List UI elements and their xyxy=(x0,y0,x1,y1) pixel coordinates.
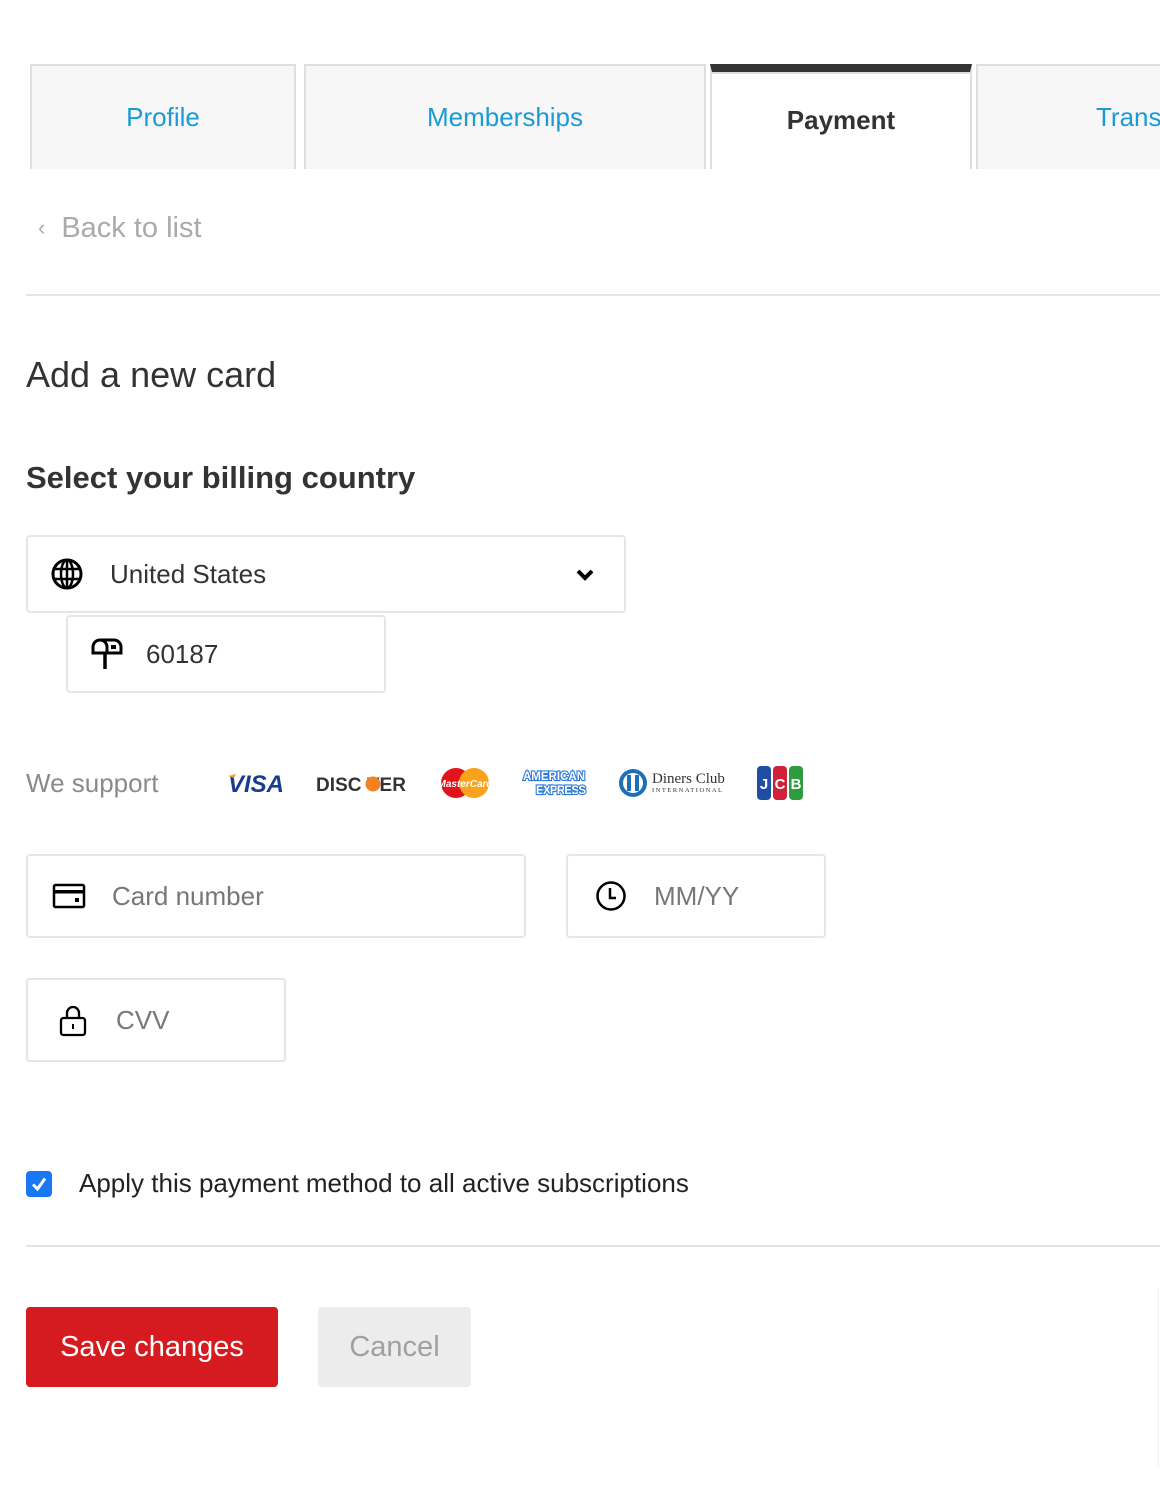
svg-text:VISA: VISA xyxy=(228,771,284,798)
expiry-input[interactable]: MM/YY xyxy=(566,854,826,938)
chevron-down-icon xyxy=(574,563,596,585)
tab-payment[interactable]: Payment xyxy=(710,64,972,169)
checkbox-checked[interactable] xyxy=(26,1170,52,1197)
tab-label: Profile xyxy=(126,102,200,132)
svg-text:J: J xyxy=(760,776,768,793)
svg-text:AMERICAN: AMERICAN xyxy=(523,771,585,783)
jcb-logo: JCB xyxy=(756,764,804,802)
card-number-placeholder: Card number xyxy=(112,880,264,911)
tab-label: Payment xyxy=(786,105,896,135)
globe-icon xyxy=(50,557,84,591)
mailbox-icon xyxy=(90,637,124,671)
mastercard-logo: MasterCard xyxy=(438,766,492,800)
back-to-list-link[interactable]: ‹ Back to list xyxy=(38,212,202,245)
page-title: Add a new card xyxy=(26,354,277,395)
expiry-placeholder: MM/YY xyxy=(654,880,740,911)
clock-icon xyxy=(594,879,628,913)
tab-label: Memberships xyxy=(426,102,584,132)
save-changes-button[interactable]: Save changes xyxy=(26,1307,278,1387)
zip-code-value: 60187 xyxy=(146,638,219,669)
discover-logo: DISC VER xyxy=(316,768,408,798)
american-express-logo: AMERICAN EXPRESS xyxy=(522,768,588,798)
svg-text:INTERNATIONAL: INTERNATIONAL xyxy=(652,787,722,794)
svg-text:Diners Club: Diners Club xyxy=(652,771,725,787)
tab-transactions[interactable]: Trans xyxy=(976,64,1160,169)
tab-profile[interactable]: Profile xyxy=(30,64,296,169)
diners-club-logo: Diners Club INTERNATIONAL xyxy=(618,767,726,799)
we-support-label: We support xyxy=(26,767,159,798)
cvv-input[interactable]: CVV xyxy=(26,978,286,1062)
cvv-placeholder: CVV xyxy=(116,1004,170,1035)
tab-memberships[interactable]: Memberships xyxy=(304,64,706,169)
svg-text:C: C xyxy=(775,776,786,793)
country-value: United States xyxy=(110,558,267,589)
svg-text:DISC VER: DISC VER xyxy=(316,775,406,796)
credit-card-icon xyxy=(52,879,86,913)
svg-text:B: B xyxy=(791,776,802,793)
supported-cards: We support VISA DISC VER MasterCard AMER… xyxy=(26,764,834,802)
chevron-left-icon: ‹ xyxy=(38,214,46,240)
divider xyxy=(26,294,1160,296)
zip-code-input[interactable]: 60187 xyxy=(66,615,386,693)
lock-icon xyxy=(56,1003,90,1037)
scroll-edge xyxy=(1158,1288,1159,1468)
apply-all-subscriptions-checkbox[interactable]: Apply this payment method to all active … xyxy=(26,1168,689,1199)
country-select[interactable]: United States xyxy=(26,535,626,613)
apply-all-label: Apply this payment method to all active … xyxy=(79,1168,689,1198)
divider xyxy=(26,1245,1160,1247)
visa-logo: VISA xyxy=(226,768,286,798)
cancel-button[interactable]: Cancel xyxy=(318,1307,471,1387)
back-to-list-label: Back to list xyxy=(61,212,202,244)
card-number-input[interactable]: Card number xyxy=(26,854,526,938)
tab-bar: Profile Memberships Payment Trans xyxy=(0,64,1160,169)
svg-text:EXPRESS: EXPRESS xyxy=(536,785,586,797)
billing-country-heading: Select your billing country xyxy=(26,460,416,495)
tab-label: Trans xyxy=(1096,102,1160,132)
svg-text:MasterCard: MasterCard xyxy=(438,779,492,790)
